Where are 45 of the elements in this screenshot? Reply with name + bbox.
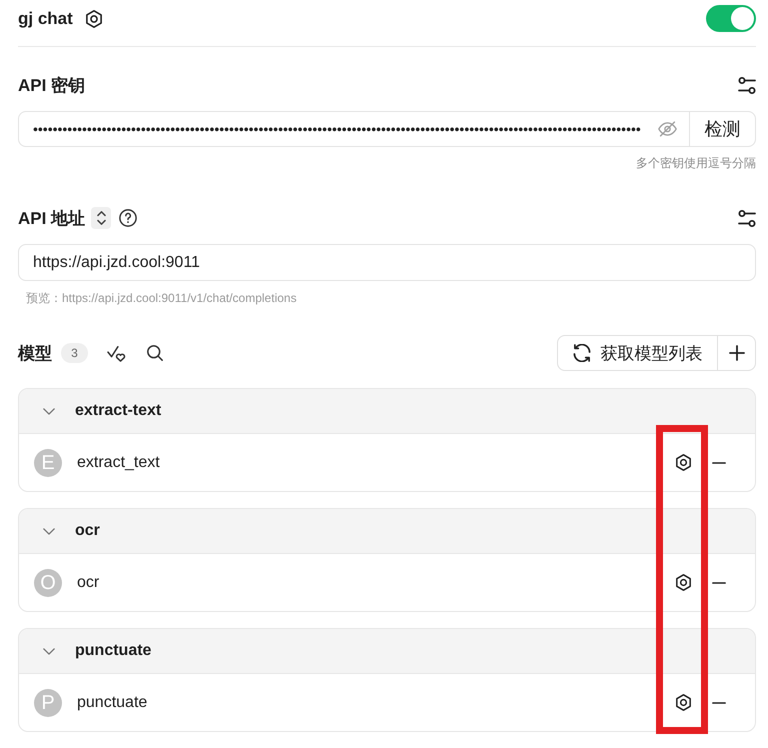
search-icon[interactable] (147, 345, 163, 361)
group-header[interactable]: extract-text (19, 389, 755, 434)
help-icon[interactable] (119, 209, 138, 227)
sliders-icon[interactable] (738, 210, 756, 226)
minus-icon (712, 702, 726, 704)
sliders-icon[interactable] (738, 76, 756, 94)
settings-icon (676, 454, 690, 471)
toggle-button[interactable] (91, 207, 112, 229)
group-header[interactable]: ocr (19, 509, 755, 554)
minus-icon (712, 462, 726, 464)
chevron-down-icon[interactable] (43, 648, 55, 654)
model-avatar: P (34, 688, 62, 716)
section-label: 模型 (18, 342, 52, 364)
section-label: API 密钥 (18, 74, 86, 96)
model-avatar: O (34, 568, 62, 596)
group-header[interactable]: punctuate (19, 629, 755, 674)
group-title: extract-text (75, 402, 162, 420)
fetch-models-button[interactable]: 获取模型列表 (557, 335, 718, 371)
url-preview-text: 预览：https://api.jzd.cool:9011/v1/chat/completions (26, 290, 297, 306)
chevron-down-icon[interactable] (43, 528, 55, 534)
group-title: ocr (75, 522, 100, 540)
minus-icon (712, 582, 726, 584)
hint-text: 多个密钥使用逗号分隔 (636, 155, 756, 171)
model-name: punctuate (77, 694, 148, 712)
chevron-up-down-icon (96, 211, 106, 225)
model-count: 3 (61, 343, 88, 363)
chevron-down-icon[interactable] (43, 408, 55, 414)
api-key-field[interactable]: •••••••••••••••••••••••••••••••••••••••••••••••••••••••••••••••••••••••••••••••••••••••••••••••••••••••••••••••••••••••••••• (18, 111, 689, 147)
provider-name: gj chat (18, 8, 73, 28)
settings-icon[interactable] (86, 10, 102, 28)
model-name: ocr (77, 574, 100, 592)
api-url-field[interactable]: https://api.jzd.cool:9011 (18, 244, 756, 281)
check-heart-icon[interactable] (107, 344, 126, 362)
plus-icon (728, 345, 744, 361)
check-button[interactable]: 检测 (689, 111, 756, 147)
model-name: extract_text (77, 454, 160, 472)
add-model-button[interactable] (718, 335, 756, 371)
settings-icon (676, 694, 690, 711)
model-avatar: E (34, 448, 62, 476)
refresh-icon (572, 344, 590, 362)
group-title: punctuate (75, 642, 152, 660)
section-label: API 地址 (18, 208, 86, 230)
eye-off-icon[interactable] (658, 121, 677, 137)
settings-icon (676, 574, 690, 591)
toggle-switch[interactable] (706, 5, 756, 32)
